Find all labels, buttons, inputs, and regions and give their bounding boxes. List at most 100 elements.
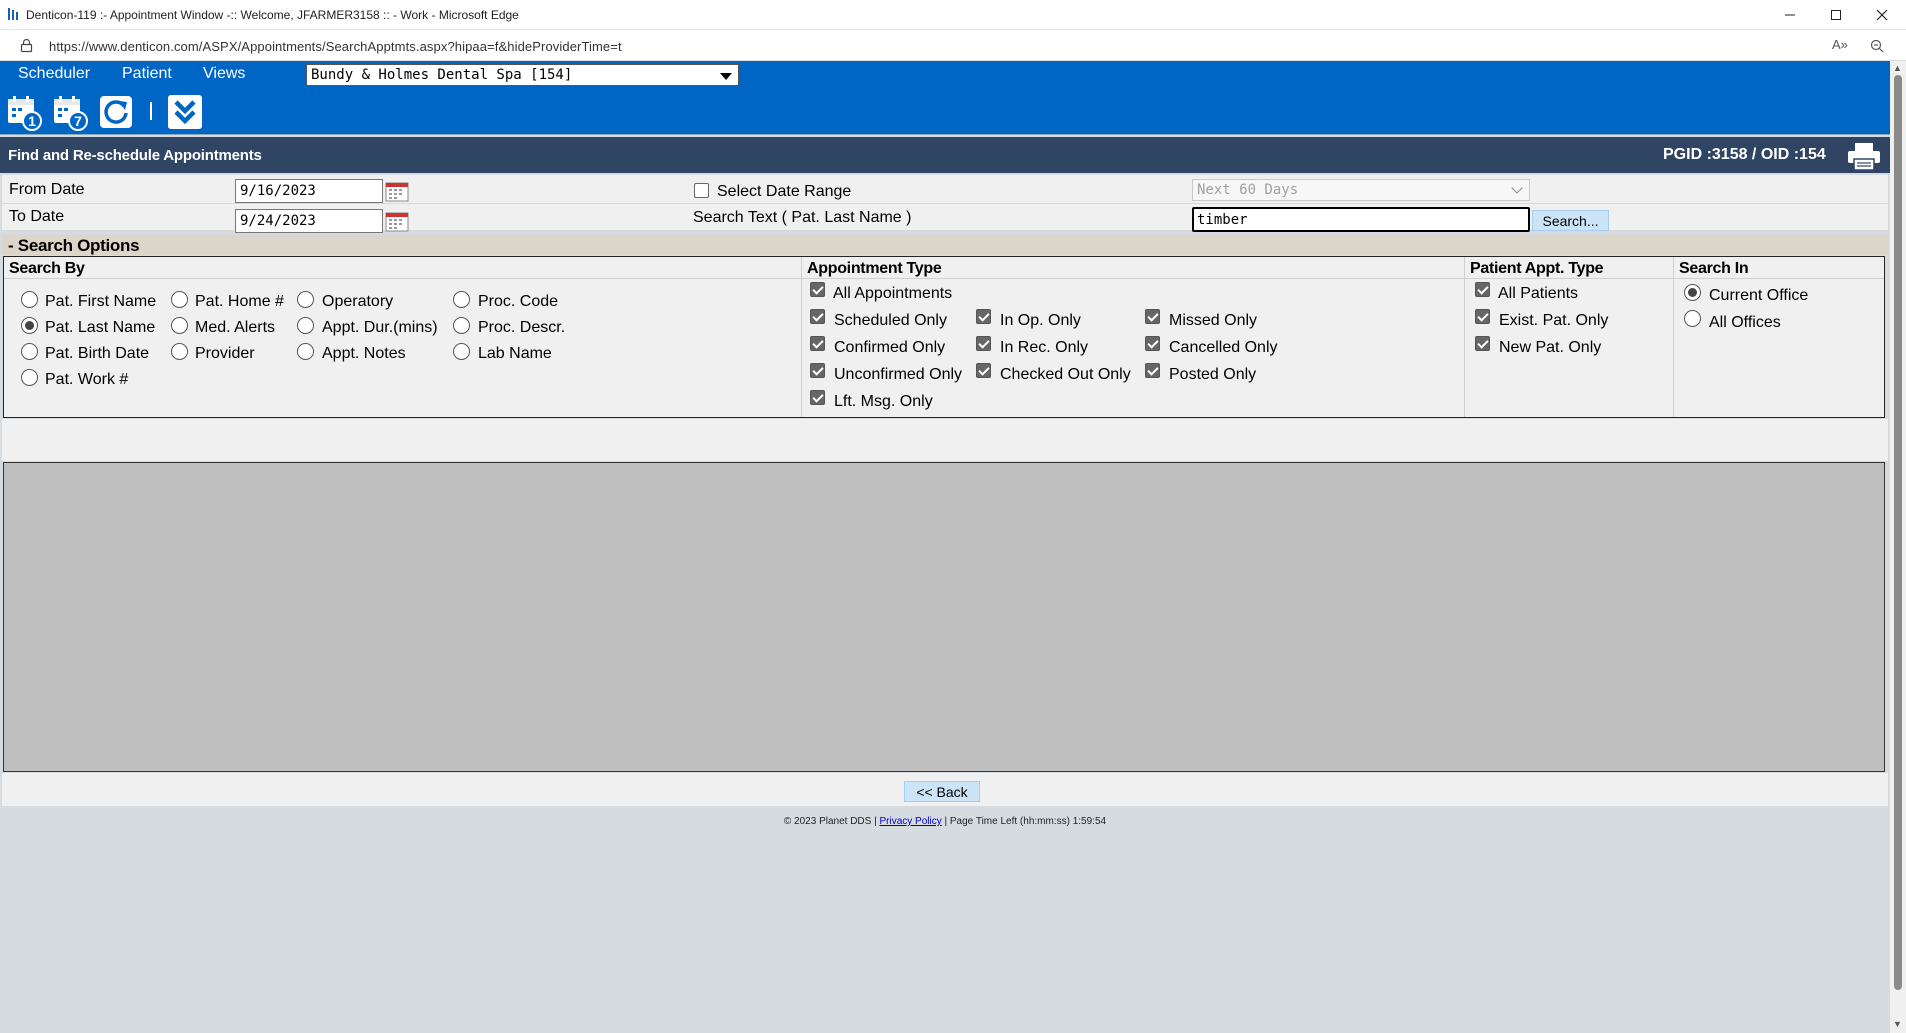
expand-button[interactable] [166, 93, 204, 131]
checkbox-missed-only[interactable] [1145, 309, 1160, 324]
office-select-value: Bundy & Holmes Dental Spa [154] [311, 67, 573, 83]
radio-current-office[interactable] [1684, 284, 1701, 301]
radio-operatory[interactable] [297, 291, 314, 308]
from-date-label: From Date [9, 181, 85, 198]
search-by-option-label: Provider [195, 345, 255, 362]
refresh-button[interactable] [97, 93, 135, 131]
search-text-input[interactable]: timber [1192, 207, 1530, 232]
radio-med-alerts[interactable] [171, 317, 188, 334]
menu-scheduler[interactable]: Scheduler [18, 65, 90, 83]
week-view-button[interactable]: 7 [51, 93, 89, 131]
from-date-input[interactable]: 9/16/2023 [235, 179, 383, 203]
lock-icon [20, 38, 33, 53]
scrollbar-thumb[interactable] [1894, 75, 1902, 990]
date-range-value: Next 60 Days [1197, 182, 1299, 198]
read-aloud-icon[interactable]: A» [1832, 37, 1848, 52]
checkbox-in-op-only[interactable] [976, 309, 991, 324]
chevron-down-icon [720, 73, 732, 80]
radio-provider[interactable] [171, 343, 188, 360]
calendar-picker-icon[interactable] [385, 181, 409, 202]
search-options-toggle[interactable]: - Search Options [2, 235, 1888, 255]
radio-proc-descr[interactable] [453, 317, 470, 334]
minimize-button[interactable] [1767, 0, 1813, 30]
appt-type-option-label: In Op. Only [1000, 312, 1081, 329]
checkbox-all-patients[interactable] [1475, 282, 1490, 297]
radio-pat-birth-date[interactable] [21, 343, 38, 360]
checkbox-left-msg-only[interactable] [810, 390, 825, 405]
printer-icon[interactable] [1846, 141, 1882, 171]
patient-type-option-label: All Patients [1498, 285, 1579, 302]
radio-proc-code[interactable] [453, 291, 470, 308]
search-by-option-label: Pat. Last Name [45, 319, 156, 336]
maximize-button[interactable] [1813, 0, 1859, 30]
checkbox-existing-patients-only[interactable] [1475, 309, 1490, 324]
appt-type-option-label: In Rec. Only [1000, 339, 1089, 356]
row-divider [2, 203, 1888, 204]
checkbox-unconfirmed-only[interactable] [810, 363, 825, 378]
radio-pat-last-name[interactable] [21, 317, 38, 334]
search-options-panel: Search By Appointment Type Patient Appt.… [3, 256, 1885, 418]
select-date-range-checkbox[interactable] [694, 183, 709, 198]
appt-type-option-label: All Appointments [833, 285, 953, 302]
section-divider [801, 257, 802, 417]
radio-lab-name[interactable] [453, 343, 470, 360]
maximize-icon [1831, 10, 1841, 20]
practice-ids: PGID :3158 / OID :154 [1663, 146, 1826, 163]
radio-appt-duration[interactable] [297, 317, 314, 334]
select-date-range-label: Select Date Range [717, 183, 852, 200]
page-content: Scheduler Patient Views Bundy & Holmes D… [0, 61, 1890, 1033]
checkbox-cancelled-only[interactable] [1145, 336, 1160, 351]
search-by-option-label: Operatory [322, 293, 394, 310]
chevron-double-down-icon [168, 95, 202, 129]
appt-type-option-label: Cancelled Only [1169, 339, 1278, 356]
patient-type-option-label: Exist. Pat. Only [1499, 312, 1609, 329]
copyright-text: © 2023 Planet DDS | [783, 816, 877, 827]
menu-patient[interactable]: Patient [122, 65, 172, 83]
search-by-option-label: Pat. Birth Date [45, 345, 150, 362]
checkbox-in-rec-only[interactable] [976, 336, 991, 351]
to-date-input[interactable]: 9/24/2023 [235, 209, 383, 233]
search-by-option-label: Pat. First Name [45, 293, 157, 310]
radio-pat-first-name[interactable] [21, 291, 38, 308]
denticon-app-icon [8, 8, 18, 20]
appt-type-option-label: Scheduled Only [834, 312, 947, 329]
date-range-select[interactable]: Next 60 Days [1192, 179, 1530, 201]
results-grid [3, 462, 1885, 772]
appt-type-option-label: Checked Out Only [1000, 366, 1131, 383]
url-field[interactable]: https://www.denticon.com/ASPX/Appointmen… [49, 39, 622, 54]
checkbox-confirmed-only[interactable] [810, 336, 825, 351]
panel-spacer [2, 419, 1888, 461]
search-in-option-label: Current Office [1709, 287, 1809, 304]
page-scrollbar[interactable]: ▲ ▼ [1890, 61, 1906, 1033]
search-in-heading: Search In [1674, 257, 1884, 279]
minimize-icon [1785, 14, 1795, 16]
privacy-policy-link[interactable]: Privacy Policy [879, 816, 941, 827]
appt-type-option-label: Lft. Msg. Only [834, 393, 933, 410]
menu-views[interactable]: Views [203, 65, 245, 83]
window-title: Denticon-119 :- Appointment Window -:: W… [26, 8, 519, 22]
checkbox-posted-only[interactable] [1145, 363, 1160, 378]
search-button[interactable]: Search... [1532, 210, 1609, 231]
back-button[interactable]: << Back [904, 781, 980, 802]
close-window-button[interactable] [1859, 0, 1905, 30]
office-select[interactable]: Bundy & Holmes Dental Spa [154] [306, 64, 739, 86]
page-footer: © 2023 Planet DDS | Privacy Policy | Pag… [0, 816, 1890, 827]
checkbox-checked-out-only[interactable] [976, 363, 991, 378]
appt-type-option-label: Confirmed Only [834, 339, 946, 356]
radio-pat-home-phone[interactable] [171, 291, 188, 308]
day-view-button[interactable]: 1 [5, 93, 43, 131]
page-time-left: | Page Time Left (hh:mm:ss) 1:59:54 [944, 816, 1107, 827]
zoom-icon[interactable] [1870, 39, 1884, 53]
radio-all-offices[interactable] [1684, 310, 1701, 327]
calendar-picker-icon[interactable] [385, 211, 409, 232]
checkbox-new-patients-only[interactable] [1475, 336, 1490, 351]
browser-title-bar: Denticon-119 :- Appointment Window -:: W… [0, 0, 1906, 30]
search-by-heading: Search By [4, 257, 801, 279]
scroll-down-arrow-icon[interactable]: ▼ [1893, 1019, 1902, 1029]
search-by-option-label: Appt. Notes [322, 345, 406, 362]
scroll-up-arrow-icon[interactable]: ▲ [1893, 63, 1902, 73]
checkbox-all-appointments[interactable] [810, 282, 825, 297]
checkbox-scheduled-only[interactable] [810, 309, 825, 324]
radio-appt-notes[interactable] [297, 343, 314, 360]
radio-pat-work-phone[interactable] [21, 369, 38, 386]
